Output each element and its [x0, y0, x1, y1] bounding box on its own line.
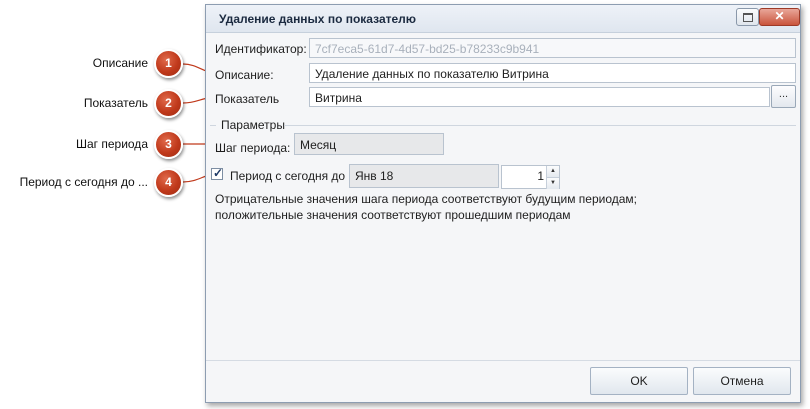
identifier-field: 7cf7eca5-61d7-4d57-bd25-b78233c9b941	[309, 38, 796, 58]
spin-down-icon[interactable]: ▼	[546, 177, 559, 189]
title-bar[interactable]: Удаление данных по показателю ✕	[206, 5, 800, 33]
description-field[interactable]: Удаление данных по показателю Витрина	[309, 63, 796, 83]
restore-icon	[743, 13, 753, 22]
ok-button[interactable]: OK	[590, 367, 688, 395]
checkmark-icon: ✓	[213, 166, 224, 180]
period-until-checkbox[interactable]: ✓	[211, 166, 224, 180]
indicator-field[interactable]: Витрина	[309, 87, 770, 107]
note-line-1: Отрицательные значения шага периода соот…	[215, 192, 638, 206]
period-count-stepper[interactable]: 1 ▲ ▼	[501, 165, 560, 189]
period-until-label[interactable]: Период с сегодня до	[230, 169, 345, 183]
callout-label-period-until: Период с сегодня до ...	[19, 175, 148, 189]
group-divider	[284, 125, 796, 126]
group-divider-left	[210, 125, 216, 126]
parameters-group-title: Параметры	[221, 118, 285, 132]
callout-badge-2: 2	[154, 89, 183, 118]
period-count-value: 1	[537, 169, 544, 183]
callout-badge-3: 3	[154, 130, 183, 159]
indicator-label: Показатель	[215, 92, 280, 106]
close-icon: ✕	[774, 9, 785, 23]
period-step-field[interactable]: Месяц	[294, 133, 444, 155]
callout-badge-4: 4	[154, 168, 183, 197]
delete-data-dialog: Удаление данных по показателю ✕ Идентифи…	[205, 4, 801, 403]
note-line-2: положительные значения соответствуют про…	[215, 208, 571, 222]
callout-label-period-step: Шаг периода	[75, 137, 148, 151]
period-date-field[interactable]: Янв 18	[349, 164, 499, 188]
period-step-note: Отрицательные значения шага периода соот…	[215, 191, 637, 223]
indicator-browse-button[interactable]: ...	[771, 85, 796, 108]
restore-button[interactable]	[736, 8, 759, 26]
callout-badge-1: 1	[154, 49, 183, 78]
spin-up-icon[interactable]: ▲	[546, 166, 559, 177]
close-button[interactable]: ✕	[759, 8, 800, 26]
callout-label-indicator: Показатель	[83, 96, 148, 110]
dialog-title: Удаление данных по показателю	[219, 12, 417, 26]
identifier-label: Идентификатор:	[215, 42, 307, 56]
period-step-label: Шаг периода:	[215, 141, 291, 155]
description-label: Описание:	[215, 68, 274, 82]
cancel-button[interactable]: Отмена	[693, 367, 791, 395]
footer-divider	[206, 360, 800, 361]
callout-label-description: Описание	[92, 56, 148, 70]
